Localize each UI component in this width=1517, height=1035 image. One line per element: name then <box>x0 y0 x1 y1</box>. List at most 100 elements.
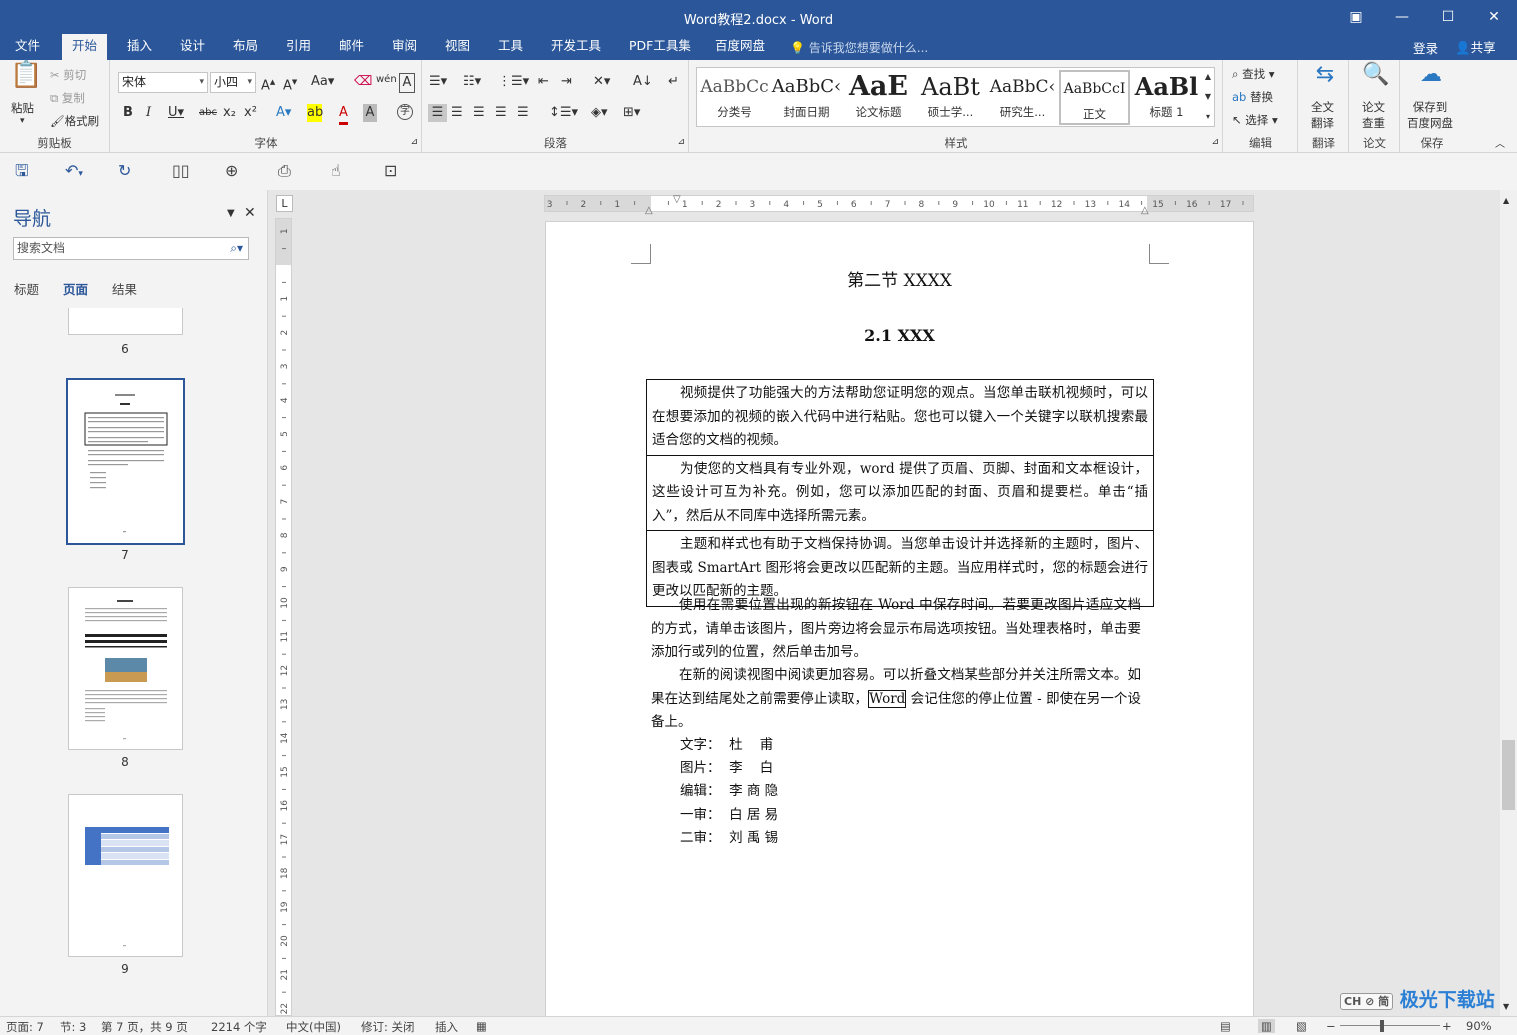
style-item[interactable]: AaBt 硕士学... <box>915 70 986 125</box>
first-line-indent-marker-icon[interactable]: ▽ <box>673 191 681 209</box>
borders-icon[interactable]: ⊞▾ <box>623 104 640 122</box>
horizontal-ruler[interactable]: 3 2 1 1 2 3 4 5 6 7 8 9 10 11 12 13 14 15 16 17 ▽ △ △ <box>544 194 1254 216</box>
print-layout-icon[interactable]: ▥ <box>1258 1019 1275 1033</box>
tab-insert[interactable]: 插入 <box>117 34 162 60</box>
zoom-out-icon[interactable]: − <box>1326 1019 1336 1033</box>
nav-tab-headings[interactable]: 标题 <box>14 279 39 298</box>
page-thumbnail[interactable] <box>68 308 183 335</box>
decrease-indent-icon[interactable]: ⇤ <box>538 73 549 91</box>
style-item[interactable]: AaBl 标题 1 <box>1131 70 1202 125</box>
style-item-selected[interactable]: AaBbCcI 正文 <box>1059 70 1130 125</box>
tab-layout[interactable]: 布局 <box>223 34 268 60</box>
web-layout-icon[interactable]: ⊕ <box>225 162 238 180</box>
web-layout-view-icon[interactable]: ▧ <box>1296 1019 1307 1033</box>
styles-dialog-launcher-icon[interactable]: ⊿ <box>1211 133 1219 151</box>
tab-mailings[interactable]: 邮件 <box>329 34 374 60</box>
line-spacing-icon[interactable]: ↕☰▾ <box>549 104 578 122</box>
superscript-icon[interactable]: x² <box>244 104 257 122</box>
font-dialog-launcher-icon[interactable]: ⊿ <box>410 133 418 151</box>
clear-formatting-icon[interactable]: ⌫ <box>354 73 372 91</box>
tab-pdf-tools[interactable]: PDF工具集 <box>619 34 701 60</box>
align-left-icon[interactable]: ☰ <box>428 104 447 122</box>
enclose-characters-icon[interactable]: 字 <box>397 104 413 120</box>
multilevel-list-icon[interactable]: ⋮☰▾ <box>498 73 529 91</box>
tab-baidu-netdisk[interactable]: 百度网盘 <box>705 34 775 60</box>
distributed-icon[interactable]: ☰ <box>517 104 529 122</box>
full-translate-button[interactable]: 全文 翻译 <box>1311 99 1334 131</box>
print-preview-icon[interactable]: ⎙ <box>278 162 291 180</box>
login-link[interactable]: 登录 <box>1413 38 1438 57</box>
right-indent-marker-icon[interactable]: △ <box>1141 202 1149 220</box>
page-thumbnail[interactable] <box>68 794 183 957</box>
align-center-icon[interactable]: ☰ <box>451 104 463 122</box>
scroll-up-icon[interactable]: ▲ <box>1503 192 1509 210</box>
tab-view[interactable]: 视图 <box>435 34 480 60</box>
character-shading-icon[interactable]: A <box>363 104 377 122</box>
copy-button[interactable]: ⧉ 复制 <box>50 90 85 106</box>
gallery-scroll-up-icon[interactable]: ▲ <box>1202 68 1214 86</box>
tell-me-box[interactable]: 💡 告诉我您想要做什么... <box>790 39 928 56</box>
zoom-slider-thumb[interactable] <box>1380 1020 1384 1032</box>
nav-tab-pages[interactable]: 页面 <box>63 279 88 298</box>
search-icon[interactable]: ⌕▾ <box>230 238 243 259</box>
vertical-ruler[interactable]: 1 1 2 3 4 5 6 7 8 9 10 11 12 13 14 15 16 17 18 19 20 21 22 <box>275 218 292 1016</box>
find-button[interactable]: ⌕ 查找 ▾ <box>1232 66 1275 82</box>
undo-icon[interactable]: ↶▾ <box>65 162 83 183</box>
gallery-scroll-down-icon[interactable]: ▼ <box>1202 88 1214 106</box>
format-painter-button[interactable]: 🖌格式刷 <box>50 113 99 129</box>
numbering-icon[interactable]: ☷▾ <box>463 73 481 91</box>
bullets-icon[interactable]: ☰▾ <box>429 73 447 91</box>
justify-icon[interactable]: ☰ <box>495 104 507 122</box>
save-to-baidu-button[interactable]: 保存到 百度网盘 <box>1407 99 1453 131</box>
text-effects-icon[interactable]: A▾ <box>276 104 291 122</box>
paste-button[interactable]: 粘贴 <box>11 100 34 116</box>
subscript-icon[interactable]: x₂ <box>223 104 236 122</box>
close-button[interactable]: ✕ <box>1482 6 1506 28</box>
minimize-button[interactable]: — <box>1390 6 1414 28</box>
touch-mode-icon[interactable]: ☝ <box>331 162 341 180</box>
paragraph-dialog-launcher-icon[interactable]: ⊿ <box>677 133 685 151</box>
zoom-level[interactable]: 90% <box>1466 1019 1492 1033</box>
select-button[interactable]: ↖ 选择 ▾ <box>1232 112 1278 128</box>
status-insert-mode[interactable]: 插入 <box>435 1019 458 1035</box>
page-thumbnail[interactable] <box>68 587 183 750</box>
change-case-icon[interactable]: Aa▾ <box>311 73 334 91</box>
share-button[interactable]: 👤共享 <box>1455 37 1496 56</box>
sort-icon[interactable]: A↓ <box>633 73 653 91</box>
cut-button[interactable]: ✂ 剪切 <box>50 67 86 83</box>
save-icon[interactable]: 🖫 <box>15 162 29 180</box>
paste-icon[interactable]: 📋 <box>10 62 42 88</box>
paste-dropdown-icon[interactable]: ▾ <box>20 116 25 126</box>
tab-developer[interactable]: 开发工具 <box>541 34 611 60</box>
show-marks-icon[interactable]: ↵ <box>668 73 679 91</box>
character-border-icon[interactable]: A <box>399 73 415 93</box>
page-thumbnail-selected[interactable] <box>66 378 185 545</box>
collapse-ribbon-icon[interactable]: ︿ <box>1495 136 1505 154</box>
content-table[interactable]: 视频提供了功能强大的方法帮助您证明您的观点。当您单击联机视频时，可以在想要添加的… <box>646 379 1154 607</box>
phonetic-guide-icon[interactable]: wén <box>376 71 397 89</box>
style-item[interactable]: AaBbCc 分类号 <box>699 70 770 125</box>
status-word-count[interactable]: 2214 个字 <box>211 1019 267 1035</box>
status-page-of[interactable]: 第 7 页，共 9 页 <box>101 1019 188 1035</box>
left-indent-marker-icon[interactable]: △ <box>645 202 653 220</box>
highlight-color-icon[interactable]: ab <box>307 104 323 122</box>
tab-references[interactable]: 引用 <box>276 34 321 60</box>
font-name-combo[interactable]: 宋体 ▾ <box>118 72 208 93</box>
tab-home[interactable]: 开始 <box>62 34 108 60</box>
maximize-button[interactable]: ☐ <box>1436 6 1460 28</box>
tab-review[interactable]: 审阅 <box>382 34 427 60</box>
increase-indent-icon[interactable]: ⇥ <box>561 73 572 91</box>
style-item[interactable]: AaE 论文标题 <box>843 70 914 125</box>
underline-icon[interactable]: U▾ <box>168 104 184 122</box>
chinese-layout-icon[interactable]: ✕▾ <box>593 73 610 91</box>
tab-design[interactable]: 设计 <box>170 34 215 60</box>
gallery-more-icon[interactable]: ▾ <box>1202 108 1214 126</box>
paper-check-button[interactable]: 论文 查重 <box>1362 99 1385 131</box>
shrink-font-icon[interactable]: A▼ <box>283 73 297 95</box>
status-page[interactable]: 页面: 7 <box>6 1019 44 1035</box>
font-color-icon[interactable]: A <box>339 104 348 125</box>
shading-icon[interactable]: ◈▾ <box>591 104 608 122</box>
read-mode-icon[interactable]: ▤ <box>1220 1019 1231 1033</box>
status-track-changes[interactable]: 修订: 关闭 <box>361 1019 415 1035</box>
scrollbar-thumb[interactable] <box>1502 740 1515 810</box>
